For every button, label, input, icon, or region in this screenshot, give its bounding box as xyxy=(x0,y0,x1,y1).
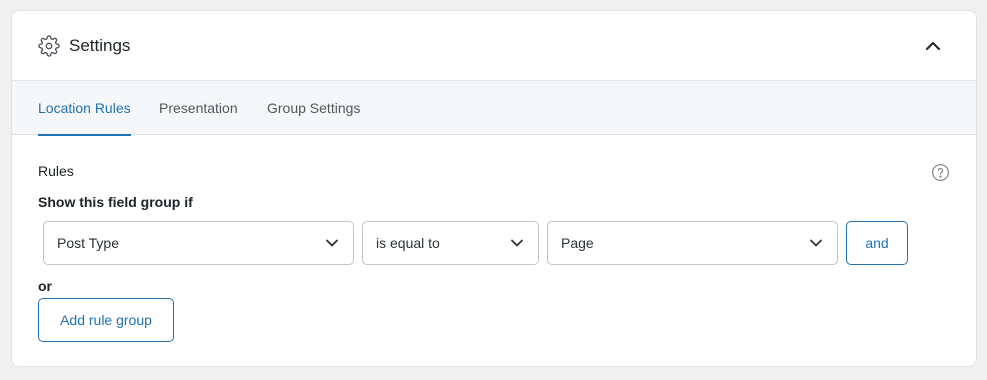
value-select[interactable]: Page xyxy=(547,221,838,265)
rules-label: Rules xyxy=(38,163,74,179)
show-if-label: Show this field group if xyxy=(38,194,193,210)
add-rule-group-button[interactable]: Add rule group xyxy=(38,298,174,342)
chevron-down-icon xyxy=(326,239,338,247)
chevron-up-icon[interactable] xyxy=(924,37,942,55)
and-button[interactable]: and xyxy=(846,221,908,265)
location-rules-section: Rules Show this field group if Post Type… xyxy=(12,135,976,366)
question-circle-icon[interactable] xyxy=(931,163,950,182)
gear-icon xyxy=(38,35,60,57)
param-select-value: Post Type xyxy=(57,235,120,251)
tab-presentation[interactable]: Presentation xyxy=(159,81,238,135)
chevron-down-icon xyxy=(810,239,822,247)
panel-header[interactable]: Settings xyxy=(12,11,976,81)
panel-title: Settings xyxy=(69,36,131,55)
tab-location-rules[interactable]: Location Rules xyxy=(38,81,131,136)
value-select-value: Page xyxy=(561,235,594,251)
param-select[interactable]: Post Type xyxy=(43,221,354,265)
tab-bar: Location Rules Presentation Group Settin… xyxy=(12,81,976,136)
operator-select-value: is equal to xyxy=(376,235,440,251)
settings-panel: Settings Location Rules Presentation Gro… xyxy=(11,10,977,367)
or-label: or xyxy=(38,278,52,294)
chevron-down-icon xyxy=(511,239,523,247)
tab-group-settings[interactable]: Group Settings xyxy=(267,81,360,135)
operator-select[interactable]: is equal to xyxy=(362,221,539,265)
